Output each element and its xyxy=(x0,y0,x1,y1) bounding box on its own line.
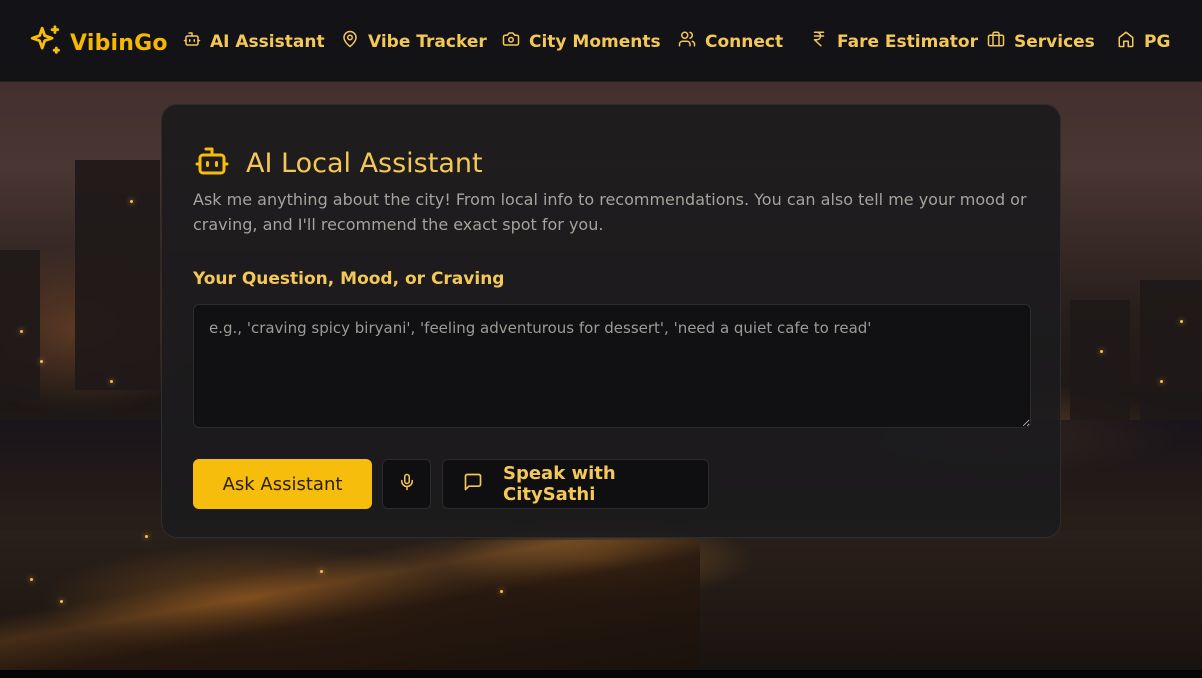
users-icon xyxy=(678,30,696,53)
home-icon xyxy=(1117,30,1135,53)
sparkles-icon xyxy=(28,24,62,62)
camera-icon xyxy=(502,30,520,53)
brand-logo[interactable]: VibinGo xyxy=(28,24,168,62)
bottom-edge xyxy=(0,670,1202,678)
speak-with-citysathi-button[interactable]: Speak with CitySathi xyxy=(442,459,709,509)
nav-label-pg: PG xyxy=(1144,31,1171,52)
map-pin-icon xyxy=(341,30,359,53)
nav-item-city-moments[interactable]: City Moments xyxy=(502,30,661,53)
nav-item-services[interactable]: Services xyxy=(987,30,1095,53)
message-square-icon xyxy=(463,472,483,497)
nav-item-fare-estimator[interactable]: Fare Estimator xyxy=(810,30,978,53)
microphone-icon xyxy=(398,473,416,495)
briefcase-icon xyxy=(987,30,1005,53)
bot-icon xyxy=(183,30,201,53)
ai-assistant-card: AI Local Assistant Ask me anything about… xyxy=(161,104,1061,538)
rupee-icon xyxy=(810,30,828,53)
question-field-label: Your Question, Mood, or Craving xyxy=(193,269,505,289)
question-input[interactable] xyxy=(193,304,1031,428)
brand-name: VibinGo xyxy=(70,30,168,56)
nav-label-services: Services xyxy=(1014,31,1095,52)
nav-label-ai-assistant: AI Assistant xyxy=(210,31,325,52)
nav-label-connect: Connect xyxy=(705,31,784,52)
nav-item-pg[interactable]: PG xyxy=(1117,30,1170,53)
speak-button-label: Speak with CitySathi xyxy=(503,463,616,505)
nav-item-connect[interactable]: Connect xyxy=(678,30,783,53)
bot-icon xyxy=(194,143,230,183)
nav-label-fare-estimator: Fare Estimator xyxy=(837,31,978,52)
assistant-description: Ask me anything about the city! From loc… xyxy=(193,190,1027,234)
nav-item-ai-assistant[interactable]: AI Assistant xyxy=(183,30,325,53)
nav-label-vibe-tracker: Vibe Tracker xyxy=(368,31,487,52)
nav-item-vibe-tracker[interactable]: Vibe Tracker xyxy=(341,30,487,53)
nav-label-city-moments: City Moments xyxy=(529,31,661,52)
voice-input-button[interactable] xyxy=(382,459,431,509)
card-header: AI Local Assistant xyxy=(194,143,483,183)
top-navigation-bar: VibinGo AI Assistant Vibe Tracker City M… xyxy=(0,0,1202,82)
page-title: AI Local Assistant xyxy=(246,147,483,179)
ask-assistant-button[interactable]: Ask Assistant xyxy=(193,459,372,509)
